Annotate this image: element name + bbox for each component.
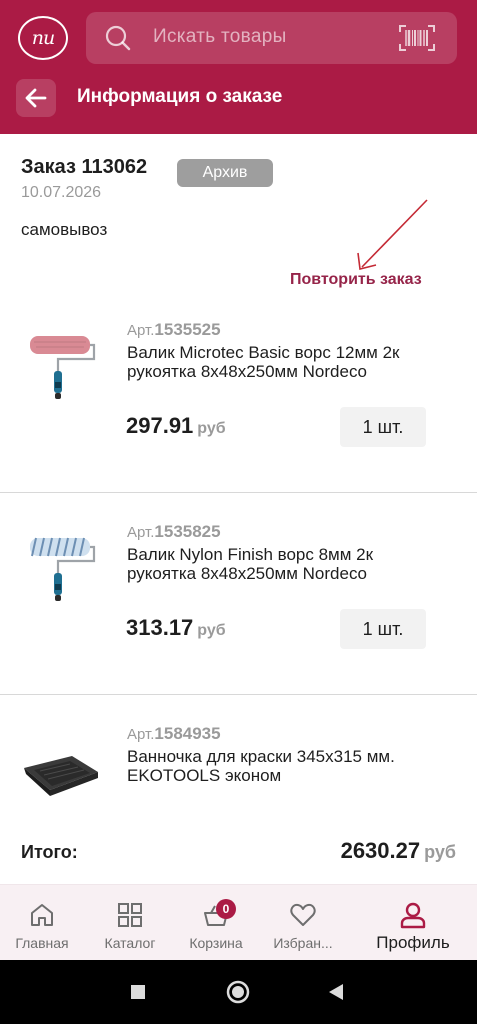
nav-favorites[interactable]: Избран... (264, 885, 342, 961)
paint-roller-image (30, 336, 96, 399)
arrow-left-icon (25, 88, 47, 108)
bottom-navigation: Главная Каталог 0 Корзина Избран... Проф… (0, 884, 477, 960)
item-name[interactable]: Валик Microtec Basic ворс 12мм 2к рукоят… (127, 343, 407, 381)
app-header: пи Искать товары Информация о заказе (0, 0, 477, 134)
nav-catalog-label: Каталог (104, 935, 156, 951)
logo-text: пи (31, 27, 56, 49)
cart-count-badge: 0 (216, 899, 236, 919)
home-icon (31, 904, 53, 926)
nav-home-label: Главная (15, 935, 69, 951)
total-label: Итого: (21, 842, 78, 862)
divider (0, 492, 477, 493)
status-badge: Архив (177, 159, 273, 187)
system-navigation-bar (0, 960, 477, 1024)
item-price: 297.91 руб (126, 413, 226, 438)
item-name[interactable]: Валик Nylon Finish ворс 8мм 2к рукоятка … (127, 545, 407, 583)
order-item[interactable]: Арт.1535525 Валик Microtec Basic ворс 12… (0, 300, 477, 500)
item-quantity: 1 шт. (340, 609, 426, 649)
total-value: 2630.27 руб (340, 838, 456, 863)
item-quantity: 1 шт. (340, 407, 426, 447)
logo[interactable]: пи (18, 16, 68, 60)
nav-profile[interactable]: Профиль (366, 885, 460, 961)
repeat-order-link[interactable]: Повторить заказ (290, 271, 422, 289)
barcode-scan-icon[interactable] (398, 24, 436, 52)
search-icon (105, 25, 131, 51)
red-arrow-annotation (357, 199, 428, 270)
page-title: Информация о заказе (77, 86, 283, 107)
search-bar[interactable]: Искать товары (86, 12, 457, 64)
search-input[interactable]: Искать товары (153, 26, 287, 48)
item-article: Арт.1535525 (127, 320, 221, 339)
back-button[interactable] (16, 79, 56, 117)
user-icon (400, 902, 426, 929)
divider (0, 694, 477, 695)
item-article: Арт.1535825 (127, 522, 221, 541)
item-price: 313.17 руб (126, 615, 226, 640)
nav-profile-label: Профиль (376, 933, 450, 952)
nav-catalog[interactable]: Каталог (94, 885, 166, 961)
order-item[interactable]: Арт.1584935 Ванночка для краски 345х315 … (0, 704, 477, 834)
order-number: Заказ 113062 (21, 156, 148, 178)
back-triangle-icon[interactable] (327, 982, 345, 1002)
nav-home[interactable]: Главная (6, 885, 78, 961)
home-circle-icon[interactable] (226, 980, 250, 1004)
heart-icon (290, 903, 316, 926)
recent-apps-icon[interactable] (130, 984, 146, 1000)
nav-cart[interactable]: 0 Корзина (180, 885, 252, 961)
grid-icon (118, 903, 142, 927)
nav-cart-label: Корзина (189, 935, 243, 951)
nav-favorites-label: Избран... (273, 935, 333, 951)
item-name[interactable]: Ванночка для краски 345х315 мм. EKOTOOLS… (127, 747, 407, 785)
paint-roller-image (30, 537, 96, 601)
order-date: 10.07.2026 (21, 184, 102, 201)
delivery-method: самовывоз (21, 220, 108, 239)
item-article: Арт.1584935 (127, 724, 221, 743)
order-item[interactable]: Арт.1535825 Валик Nylon Finish ворс 8мм … (0, 502, 477, 702)
paint-tray-image (24, 756, 98, 796)
